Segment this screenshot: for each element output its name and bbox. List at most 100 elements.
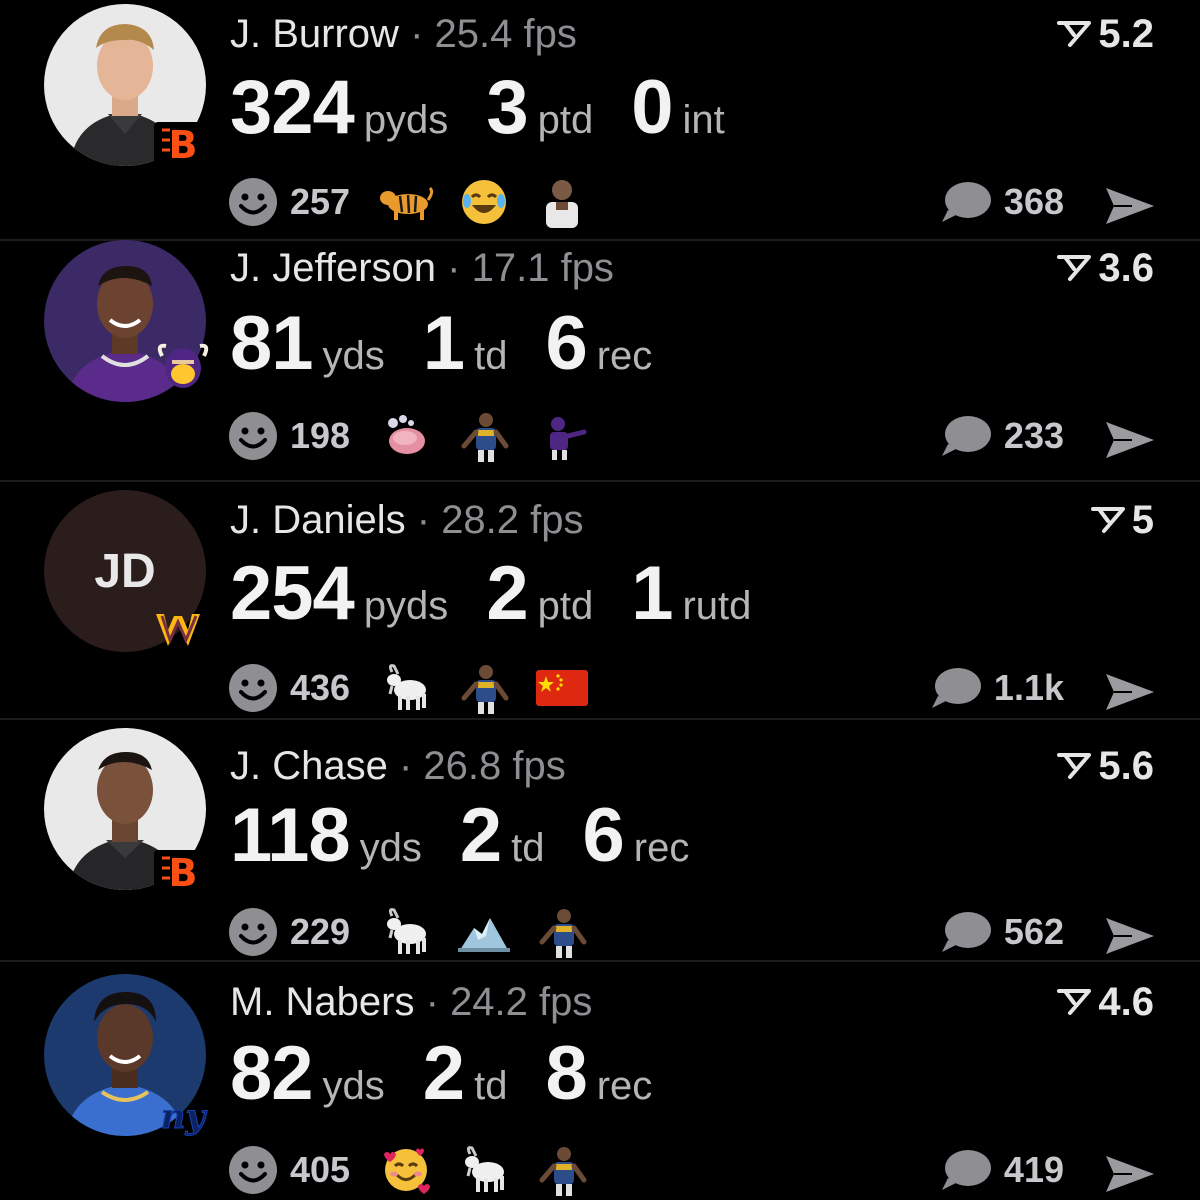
comments-button[interactable]: 368 (940, 176, 1064, 228)
player-name[interactable]: J. Jefferson (230, 246, 436, 290)
comment-count: 233 (1003, 415, 1064, 456)
stat-value: 8 (545, 1031, 587, 1116)
stat-value: 1 (422, 301, 465, 386)
share-send-icon[interactable] (1102, 410, 1158, 462)
stat-value: 6 (582, 793, 625, 878)
smiley-reaction-icon[interactable] (228, 411, 278, 461)
stat-line: 118 yds 2 td 6 rec (230, 798, 727, 874)
comments-button[interactable]: 562 (940, 906, 1064, 958)
stat-line: 81 yds 1 td 6 rec (230, 306, 690, 382)
projection-value: 3.6 (1098, 246, 1154, 290)
player-card[interactable]: B J. Burrow · 25.4 fps 5.2 324 pyds 3 pt… (0, 0, 1200, 238)
share-send-icon[interactable] (1102, 176, 1158, 228)
stat-unit: yds (322, 1064, 385, 1108)
comment-bubble-icon (930, 666, 982, 710)
goat-emoji[interactable] (378, 906, 434, 958)
comments-button[interactable]: 419 (940, 1144, 1064, 1196)
svg-text:ny: ny (161, 1097, 208, 1137)
share-send-icon[interactable] (1102, 906, 1158, 958)
player-card[interactable]: ny M. Nabers · 24.2 fps 4.6 82 yds 2 td … (0, 962, 1200, 1200)
share-send-icon[interactable] (1102, 1144, 1158, 1196)
fantasy-points: 17.1 fps (471, 246, 614, 290)
player-name[interactable]: J. Burrow (230, 12, 399, 56)
player-name-line: J. Chase · 26.8 fps (230, 746, 566, 786)
player-card[interactable]: JD J. Daniels · 28.2 fps 5 254 pyds 2 pt… (0, 482, 1200, 720)
stat-unit: rutd (682, 584, 752, 628)
smiling-face-with-hearts-emoji[interactable] (378, 1144, 434, 1196)
reaction-count: 229 (290, 911, 351, 952)
player-sticker[interactable] (534, 1144, 590, 1196)
stat-unit: pyds (363, 98, 449, 142)
projection-button[interactable]: 5.6 (1056, 746, 1154, 786)
bengals-logo-icon: B (152, 846, 214, 896)
player-name[interactable]: J. Chase (230, 744, 388, 788)
goat-emoji[interactable] (378, 662, 434, 714)
vikings-logo-icon (152, 342, 214, 392)
soap-emoji[interactable] (378, 410, 434, 462)
player-sticker[interactable] (534, 410, 590, 462)
projection-value: 5.2 (1098, 12, 1154, 56)
giants-logo-icon: ny (152, 1090, 214, 1140)
smiley-reaction-icon[interactable] (228, 177, 278, 227)
player-name-line: M. Nabers · 24.2 fps (230, 982, 592, 1022)
comment-bubble-icon (940, 180, 992, 224)
stat-value: 82 (230, 1031, 314, 1116)
stat-unit: td (474, 1064, 508, 1108)
stat-value: 324 (230, 65, 355, 150)
stat-unit: rec (633, 826, 690, 870)
reactions-bar: 229 (228, 906, 612, 958)
comment-count: 1.1k (993, 667, 1064, 708)
tiger-emoji[interactable] (378, 176, 434, 228)
player-name[interactable]: M. Nabers (230, 980, 415, 1024)
stat-item: 8 rec (545, 1036, 652, 1112)
bengals-logo-icon: B (152, 118, 214, 168)
fantasy-points: 26.8 fps (423, 744, 566, 788)
smiley-reaction-icon[interactable] (228, 663, 278, 713)
smiley-reaction-icon[interactable] (228, 907, 278, 957)
player-sticker[interactable] (534, 906, 590, 958)
separator-dot: · (416, 498, 442, 542)
share-send-icon[interactable] (1102, 662, 1158, 714)
projection-button[interactable]: 5 (1090, 500, 1154, 540)
comments-button[interactable]: 233 (940, 410, 1064, 462)
stat-item: 1 td (423, 306, 508, 382)
projection-button[interactable]: 3.6 (1056, 248, 1154, 288)
projection-value: 5.6 (1098, 744, 1154, 788)
ice-emoji[interactable] (456, 906, 512, 958)
separator-dot: · (447, 246, 472, 290)
projection-button[interactable]: 4.6 (1056, 982, 1154, 1022)
tears-of-joy-emoji[interactable] (456, 176, 512, 228)
separator-dot: · (398, 744, 424, 788)
comment-bubble-icon (940, 414, 992, 458)
player-name-line: J. Jefferson · 17.1 fps (230, 248, 614, 288)
stat-value: 2 (486, 551, 528, 636)
reactions-bar: 198 (228, 410, 612, 462)
player-name[interactable]: J. Daniels (230, 498, 406, 542)
stat-value: 6 (545, 301, 587, 386)
reactions-bar: 257 (228, 176, 612, 228)
comments-button[interactable]: 1.1k (930, 662, 1064, 714)
stat-unit: yds (322, 334, 385, 378)
stat-value: 1 (631, 551, 673, 636)
commanders-logo-icon (152, 604, 214, 654)
stat-item: 2 ptd (486, 556, 593, 632)
stat-item: 82 yds (230, 1036, 385, 1112)
projection-button[interactable]: 5.2 (1056, 14, 1154, 54)
stat-item: 1 rutd (631, 556, 751, 632)
player-sticker[interactable] (456, 662, 512, 714)
smiley-reaction-icon[interactable] (228, 1145, 278, 1195)
stat-item: 0 int (631, 70, 725, 146)
player-name-line: J. Daniels · 28.2 fps (230, 500, 584, 540)
stat-item: 254 pyds (230, 556, 448, 632)
stat-value: 3 (486, 65, 528, 150)
svg-text:B: B (169, 851, 198, 895)
player-card[interactable]: B J. Chase · 26.8 fps 5.6 118 yds 2 td 6… (0, 720, 1200, 958)
stat-item: 118 yds (230, 798, 422, 874)
player-card[interactable]: J. Jefferson · 17.1 fps 3.6 81 yds 1 td … (0, 240, 1200, 478)
projection-icon (1056, 19, 1092, 49)
player-sticker[interactable] (456, 410, 512, 462)
china-flag-emoji[interactable] (534, 662, 590, 714)
reaction-count: 405 (290, 1149, 351, 1190)
goat-emoji[interactable] (456, 1144, 512, 1196)
player-sticker[interactable] (534, 176, 590, 228)
